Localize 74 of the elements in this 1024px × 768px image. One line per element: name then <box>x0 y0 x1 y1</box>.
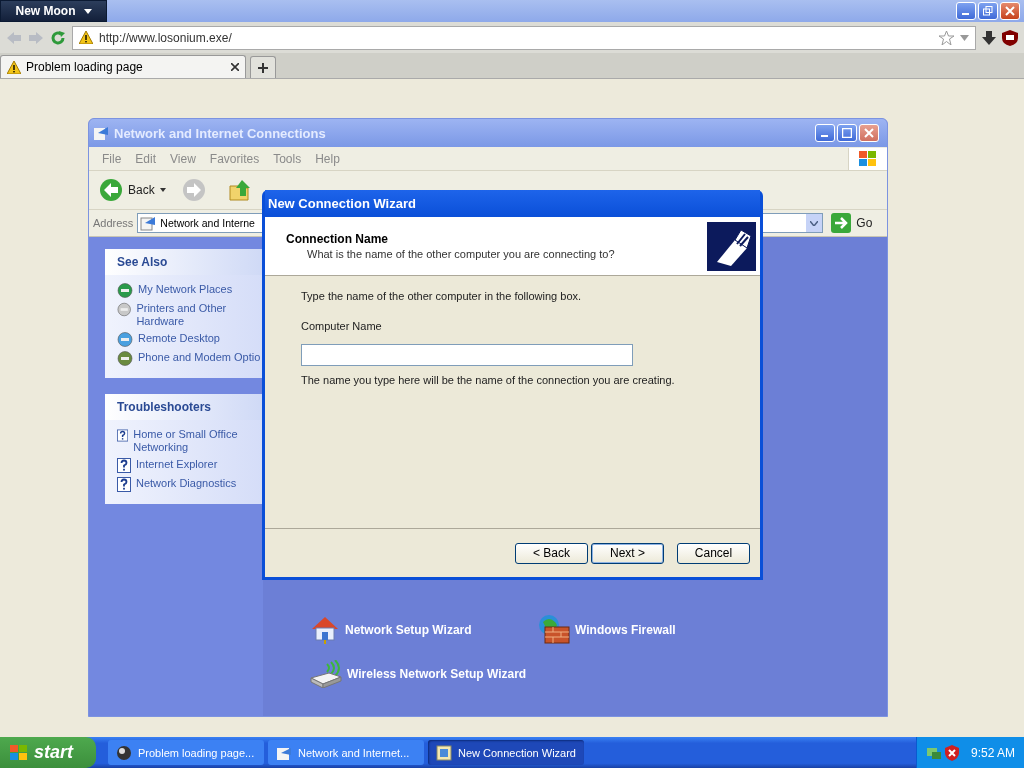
taskbar-button[interactable]: New Connection Wizard <box>428 740 584 765</box>
instruction-text: Type the name of the other computer in the following box. <box>301 290 583 302</box>
minimize-button[interactable] <box>956 2 976 20</box>
close-icon <box>1005 6 1015 16</box>
pane-link[interactable]: Network Diagnostics <box>117 477 263 492</box>
arrow-icon <box>831 213 852 233</box>
restore-button[interactable] <box>978 2 998 20</box>
windows-logo-icon <box>10 744 28 761</box>
close-icon[interactable] <box>231 63 239 71</box>
download-icon[interactable] <box>982 30 996 45</box>
app-menu-button[interactable]: New Moon <box>0 0 107 22</box>
task-link[interactable]: Windows Firewall <box>537 614 765 646</box>
wireless-router-icon <box>309 660 343 688</box>
menu-item[interactable]: Help <box>308 151 347 166</box>
warning-icon <box>79 31 93 44</box>
menu-item[interactable]: File <box>95 151 129 166</box>
close-icon <box>864 128 874 138</box>
menu-item[interactable]: Tools <box>266 151 309 166</box>
note-text: The name you type here will be the name of the connection you are creating. <box>301 374 676 386</box>
pane-link[interactable]: Internet Explorer <box>117 458 263 473</box>
warning-icon <box>7 60 21 74</box>
dialog-button[interactable]: Next > <box>591 542 664 564</box>
pane-link[interactable]: Phone and Modem Optio <box>117 351 263 366</box>
window-icon <box>93 125 109 141</box>
shield-icon <box>945 744 959 761</box>
menu-item[interactable]: Favorites <box>202 151 267 166</box>
help-icon <box>117 428 129 443</box>
browser-tab[interactable]: Problem loading page <box>0 55 246 78</box>
field-label: Computer Name <box>301 320 383 332</box>
card-title: See Also <box>105 249 263 275</box>
page-subheading: What is the name of the other computer you are connecting to? <box>306 248 616 260</box>
dialog-button[interactable]: Cancel <box>677 542 750 564</box>
maximize-button[interactable] <box>837 124 857 142</box>
task-link[interactable]: Wireless Network Setup Wizard <box>309 660 537 688</box>
page-heading: Connection Name <box>286 232 389 246</box>
back-button[interactable]: Back <box>99 178 166 202</box>
go-button[interactable]: Go <box>827 213 877 233</box>
start-button[interactable]: start <box>0 737 96 768</box>
taskbar-button[interactable]: Problem loading page... <box>108 740 264 765</box>
pane-link[interactable]: My Network Places <box>117 283 263 298</box>
dialog-button[interactable]: < Back <box>515 542 588 564</box>
address-label: Address <box>93 217 134 229</box>
star-icon[interactable] <box>939 30 954 45</box>
help-icon <box>117 477 131 492</box>
dropdown-icon[interactable] <box>806 214 823 232</box>
firewall-icon <box>537 614 571 646</box>
card-title: Troubleshooters <box>105 394 263 420</box>
up-folder-icon[interactable] <box>227 178 252 202</box>
caret-icon <box>83 8 92 14</box>
close-button[interactable] <box>1000 2 1020 20</box>
clock: 9:52 AM <box>971 745 1016 760</box>
taskbar-button[interactable]: Network and Internet... <box>268 740 424 765</box>
close-button[interactable] <box>859 124 879 142</box>
pane-link[interactable]: Remote Desktop <box>117 332 263 347</box>
minimize-button[interactable] <box>815 124 835 142</box>
network-icon <box>927 745 941 760</box>
maximize-icon <box>842 128 852 138</box>
network-cable-icon <box>707 221 756 271</box>
new-tab-button[interactable] <box>250 56 276 78</box>
dropdown-icon[interactable] <box>960 34 969 41</box>
shield-icon[interactable] <box>1002 29 1018 46</box>
menu-item[interactable]: View <box>163 151 203 166</box>
window-title: Network and Internet Connections <box>114 125 327 141</box>
plus-icon <box>258 62 268 73</box>
pane-link[interactable]: Printers and Other Hardware <box>117 302 263 328</box>
computer-name-input[interactable] <box>301 344 633 366</box>
pane-link[interactable]: Home or Small Office Networking <box>117 428 263 454</box>
url-field[interactable]: http://www.losonium.exe/ <box>72 25 976 50</box>
help-icon <box>117 458 131 473</box>
restore-icon <box>983 6 993 16</box>
reload-icon[interactable] <box>50 29 66 46</box>
menu-item[interactable]: Edit <box>128 151 164 166</box>
task-link[interactable]: Network Setup Wizard <box>309 614 537 646</box>
caret-icon <box>159 188 166 192</box>
